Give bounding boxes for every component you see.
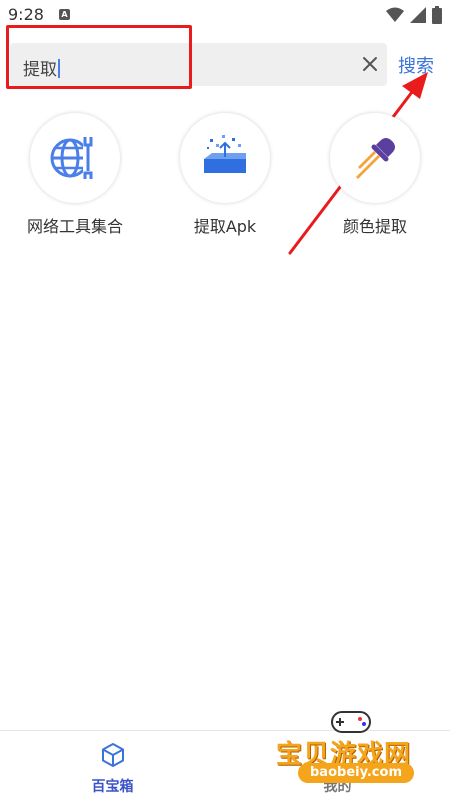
bottom-navigation: 百宝箱 我的 (0, 730, 450, 800)
tool-color-picker[interactable]: 颜色提取 (300, 113, 450, 243)
accessibility-badge-icon: A (59, 9, 70, 20)
search-bar: 提取 搜索 (0, 40, 450, 90)
tools-grid: 网络工具集合 提取Apk 颜色提取 (0, 113, 450, 243)
upload-box-icon (204, 135, 246, 173)
nav-item-mine[interactable]: 我的 (225, 731, 450, 800)
globe-wrench-icon (50, 137, 93, 179)
tool-network-tools[interactable]: 网络工具集合 (0, 113, 150, 243)
cube-icon (102, 743, 124, 767)
wifi-icon (386, 7, 404, 22)
tool-label: 颜色提取 (342, 217, 407, 236)
eyedropper-icon (356, 138, 395, 179)
text-cursor (58, 59, 60, 78)
nav-label: 我的 (323, 779, 352, 795)
signal-icon (410, 7, 426, 23)
battery-icon (432, 6, 442, 24)
status-bar: 9:28 A (0, 0, 450, 30)
search-input[interactable]: 提取 (10, 43, 387, 86)
nav-label: 百宝箱 (91, 779, 134, 795)
status-time: 9:28 (8, 5, 44, 24)
search-input-value: 提取 (23, 55, 60, 80)
tool-icon-circle (180, 113, 270, 203)
tool-label: 提取Apk (193, 217, 257, 236)
search-button[interactable]: 搜索 (398, 52, 434, 78)
tool-icon-circle (330, 113, 420, 203)
tool-label: 网络工具集合 (26, 217, 123, 236)
tool-extract-apk[interactable]: 提取Apk (150, 113, 300, 243)
tool-icon-circle (30, 113, 120, 203)
nav-item-toolbox[interactable]: 百宝箱 (0, 731, 225, 800)
clear-icon[interactable] (359, 53, 381, 75)
